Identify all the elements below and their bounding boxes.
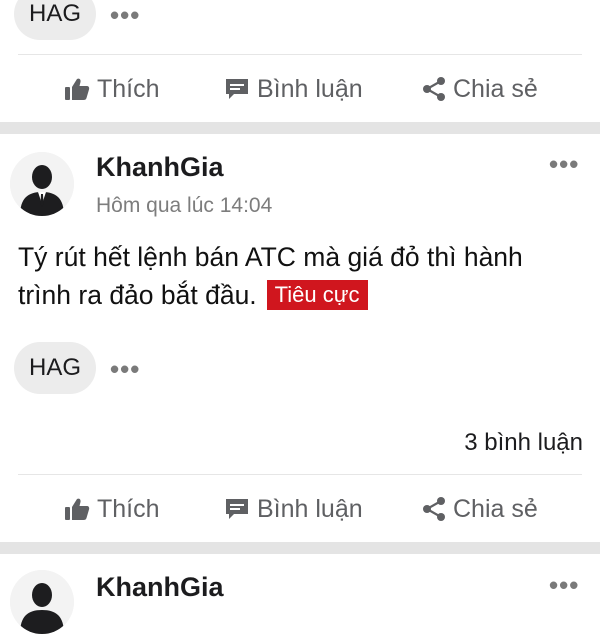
more-tags-icon[interactable]: •••	[110, 356, 140, 382]
tag-label: HAG	[28, 354, 81, 381]
comment-button[interactable]: Bình luận	[224, 64, 363, 114]
share-button[interactable]: Chia sẻ	[422, 484, 538, 534]
like-button[interactable]: Thích	[64, 64, 160, 114]
post-action-bar: Thích Bình luận Chia sẻ	[0, 64, 600, 114]
share-icon	[423, 497, 445, 521]
comment-count[interactable]: 3 bình luận	[464, 429, 583, 457]
user-silhouette-icon	[10, 152, 74, 216]
tag-chip-hag[interactable]: HAG	[14, 342, 96, 394]
feed-separator	[0, 542, 600, 554]
thumbs-up-icon	[65, 78, 90, 100]
more-options-icon[interactable]: •••	[549, 572, 579, 598]
post-author[interactable]: KhanhGia	[96, 152, 224, 183]
feed-separator	[0, 122, 600, 134]
like-label: Thích	[97, 494, 160, 523]
like-button[interactable]: Thích	[64, 484, 160, 534]
share-label: Chia sẻ	[453, 494, 538, 523]
chat-bubble-icon	[226, 499, 248, 519]
post-timestamp: Hôm qua lúc 14:04	[96, 194, 273, 217]
comment-label: Bình luận	[257, 494, 363, 523]
user-silhouette-icon	[10, 570, 74, 634]
tag-label: HAG	[28, 0, 81, 27]
share-icon	[423, 77, 445, 101]
comment-button[interactable]: Bình luận	[224, 484, 363, 534]
like-label: Thích	[97, 74, 160, 103]
share-button[interactable]: Chia sẻ	[422, 64, 538, 114]
divider	[18, 54, 582, 55]
comment-label: Bình luận	[257, 74, 363, 103]
tag-chip-hag[interactable]: HAG	[14, 0, 96, 40]
post-action-bar: Thích Bình luận Chia sẻ	[0, 484, 600, 534]
avatar[interactable]	[10, 152, 74, 216]
divider	[18, 474, 582, 475]
post-author[interactable]: KhanhGia	[96, 572, 224, 603]
chat-bubble-icon	[226, 79, 248, 99]
thumbs-up-icon	[65, 498, 90, 520]
sentiment-badge: Tiêu cực	[266, 280, 368, 310]
share-label: Chia sẻ	[453, 74, 538, 103]
post-body: Tý rút hết lệnh bán ATC mà giá đỏ thì hà…	[18, 238, 558, 314]
avatar[interactable]	[10, 570, 74, 634]
more-options-icon[interactable]: •••	[549, 151, 579, 177]
more-options-icon[interactable]: •••	[110, 2, 140, 28]
